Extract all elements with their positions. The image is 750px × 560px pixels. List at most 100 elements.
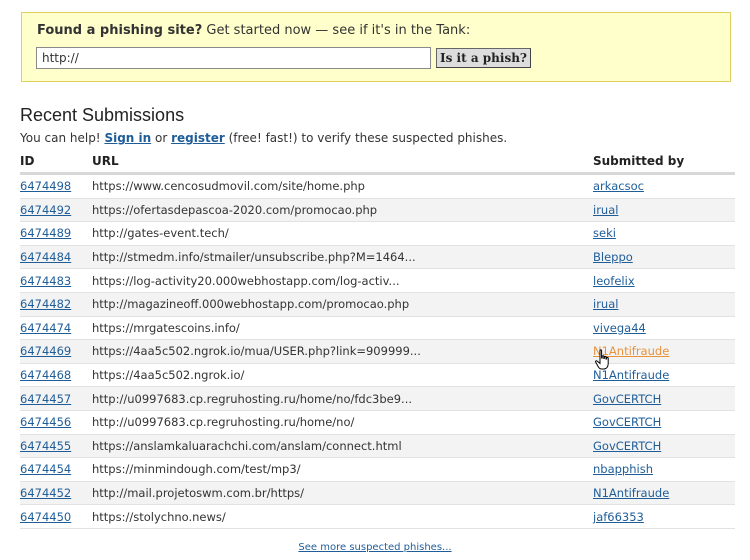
- id-cell: 6474450: [20, 504, 92, 529]
- url-cell: https://stolychno.news/: [92, 504, 593, 529]
- id-cell: 6474489: [20, 221, 92, 246]
- submitter-link[interactable]: jaf66353: [593, 510, 644, 524]
- submitter-link[interactable]: N1Antifraude: [593, 486, 669, 500]
- submitter-cell: vivega44: [593, 316, 735, 341]
- id-cell: 6474456: [20, 410, 92, 435]
- submission-id-link[interactable]: 6474455: [20, 439, 71, 453]
- id-cell: 6474498: [20, 173, 92, 199]
- url-cell: https://minmindough.com/test/mp3/: [92, 457, 593, 482]
- id-cell: 6474452: [20, 481, 92, 506]
- id-cell: 6474454: [20, 457, 92, 482]
- submitter-link[interactable]: N1Antifraude: [593, 368, 669, 382]
- submission-id-link[interactable]: 6474456: [20, 415, 71, 429]
- submission-id-link[interactable]: 6474492: [20, 203, 71, 217]
- submission-id-link[interactable]: 6474454: [20, 462, 71, 476]
- url-cell: https://mrgatescoins.info/: [92, 316, 593, 341]
- column-header-submitted-by: Submitted by: [593, 150, 735, 175]
- table-row: 6474469 https://4aa5c502.ngrok.io/mua/US…: [20, 339, 735, 364]
- submitter-cell: irual: [593, 198, 735, 223]
- submitter-link[interactable]: leofelix: [593, 274, 635, 288]
- table-row: 6474492 https://ofertasdepascoa-2020.com…: [20, 198, 735, 223]
- submission-id-link[interactable]: 6474452: [20, 486, 71, 500]
- submitter-link[interactable]: irual: [593, 297, 618, 311]
- check-prompt-rest: Get started now — see if it's in the Tan…: [202, 23, 471, 38]
- more-link-container: See more suspected phishes...: [0, 542, 750, 553]
- table-row: 6474483 https://log-activity20.000webhos…: [20, 268, 735, 293]
- submitter-link[interactable]: nbapphish: [593, 462, 653, 476]
- submitter-link[interactable]: vivega44: [593, 321, 646, 335]
- table-row: 6474452 http://mail.projetoswm.com.br/ht…: [20, 481, 735, 506]
- recent-submissions-title: Recent Submissions: [20, 105, 185, 125]
- submission-id-link[interactable]: 6474482: [20, 297, 71, 311]
- submission-id-link[interactable]: 6474498: [20, 179, 71, 193]
- submitter-link[interactable]: GovCERTCH: [593, 392, 661, 406]
- submitter-link[interactable]: arkacsoc: [593, 179, 644, 193]
- submissions-table: ID URL Submitted by 6474498 https://www.…: [20, 150, 735, 529]
- submission-id-link[interactable]: 6474474: [20, 321, 71, 335]
- id-cell: 6474484: [20, 245, 92, 270]
- url-cell: http://gates-event.tech/: [92, 221, 593, 246]
- submission-id-link[interactable]: 6474457: [20, 392, 71, 406]
- table-row: 6474474 https://mrgatescoins.info/ viveg…: [20, 316, 735, 341]
- table-row: 6474484 http://stmedm.info/stmailer/unsu…: [20, 245, 735, 270]
- submitter-link[interactable]: seki: [593, 226, 616, 240]
- url-cell: https://www.cencosudmovil.com/site/home.…: [92, 173, 593, 199]
- submission-id-link[interactable]: 6474489: [20, 226, 71, 240]
- table-row: 6474482 http://magazineoff.000webhostapp…: [20, 292, 735, 317]
- table-row: 6474455 https://anslamkaluarachchi.com/a…: [20, 434, 735, 459]
- submitter-cell: N1Antifraude: [593, 481, 735, 506]
- submitter-cell: GovCERTCH: [593, 434, 735, 459]
- url-cell: https://log-activity20.000webhostapp.com…: [92, 268, 593, 293]
- submitter-link[interactable]: GovCERTCH: [593, 415, 661, 429]
- submission-id-link[interactable]: 6474484: [20, 250, 71, 264]
- url-cell: https://ofertasdepascoa-2020.com/promoca…: [92, 198, 593, 223]
- table-row: 6474498 https://www.cencosudmovil.com/si…: [20, 173, 735, 199]
- check-prompt-strong: Found a phishing site?: [37, 23, 203, 38]
- id-cell: 6474457: [20, 386, 92, 411]
- help-prefix: You can help!: [20, 131, 105, 145]
- help-suffix: (free! fast!) to verify these suspected …: [224, 131, 508, 145]
- register-link[interactable]: register: [171, 131, 225, 145]
- submitter-link-hovered[interactable]: N1Antifraude: [593, 344, 669, 358]
- submitter-cell: jaf66353: [593, 504, 735, 529]
- submitter-cell: nbapphish: [593, 457, 735, 482]
- url-cell: https://4aa5c502.ngrok.io/mua/USER.php?l…: [92, 339, 593, 364]
- submission-id-link[interactable]: 6474450: [20, 510, 71, 524]
- column-header-url: URL: [92, 150, 593, 175]
- url-cell: https://4aa5c502.ngrok.io/: [92, 363, 593, 388]
- id-cell: 6474455: [20, 434, 92, 459]
- submitter-link[interactable]: GovCERTCH: [593, 439, 661, 453]
- table-row: 6474468 https://4aa5c502.ngrok.io/ N1Ant…: [20, 363, 735, 388]
- table-row: 6474489 http://gates-event.tech/ seki: [20, 221, 735, 246]
- submission-id-link[interactable]: 6474483: [20, 274, 71, 288]
- table-row: 6474450 https://stolychno.news/ jaf66353: [20, 504, 735, 529]
- url-cell: http://u0997683.cp.regruhosting.ru/home/…: [92, 410, 593, 435]
- url-cell: https://anslamkaluarachchi.com/anslam/co…: [92, 434, 593, 459]
- sign-in-link[interactable]: Sign in: [104, 131, 151, 145]
- is-it-a-phish-button[interactable]: Is it a phish?: [436, 48, 531, 68]
- id-cell: 6474483: [20, 268, 92, 293]
- submitter-cell: leofelix: [593, 268, 735, 293]
- submitter-cell: N1Antifraude: [593, 363, 735, 388]
- submitter-link[interactable]: irual: [593, 203, 618, 217]
- table-row: 6474456 http://u0997683.cp.regruhosting.…: [20, 410, 735, 435]
- url-cell: http://stmedm.info/stmailer/unsubscribe.…: [92, 245, 593, 270]
- table-header-row: ID URL Submitted by: [20, 150, 735, 175]
- column-header-id: ID: [20, 150, 92, 175]
- submitter-cell: N1Antifraude: [593, 339, 735, 364]
- submitter-cell: seki: [593, 221, 735, 246]
- submitter-cell: irual: [593, 292, 735, 317]
- help-or: or: [151, 131, 172, 145]
- submission-id-link[interactable]: 6474469: [20, 344, 71, 358]
- check-prompt: Found a phishing site? Get started now —…: [37, 23, 470, 38]
- help-line: You can help! Sign in or register (free!…: [20, 131, 507, 145]
- phish-check-box: Found a phishing site? Get started now —…: [21, 12, 731, 82]
- table-row: 6474454 https://minmindough.com/test/mp3…: [20, 457, 735, 482]
- submission-id-link[interactable]: 6474468: [20, 368, 71, 382]
- id-cell: 6474469: [20, 339, 92, 364]
- submitter-link[interactable]: Bleppo: [593, 250, 633, 264]
- id-cell: 6474468: [20, 363, 92, 388]
- url-input[interactable]: [36, 47, 431, 69]
- see-more-link[interactable]: See more suspected phishes...: [298, 542, 451, 553]
- submitter-cell: GovCERTCH: [593, 410, 735, 435]
